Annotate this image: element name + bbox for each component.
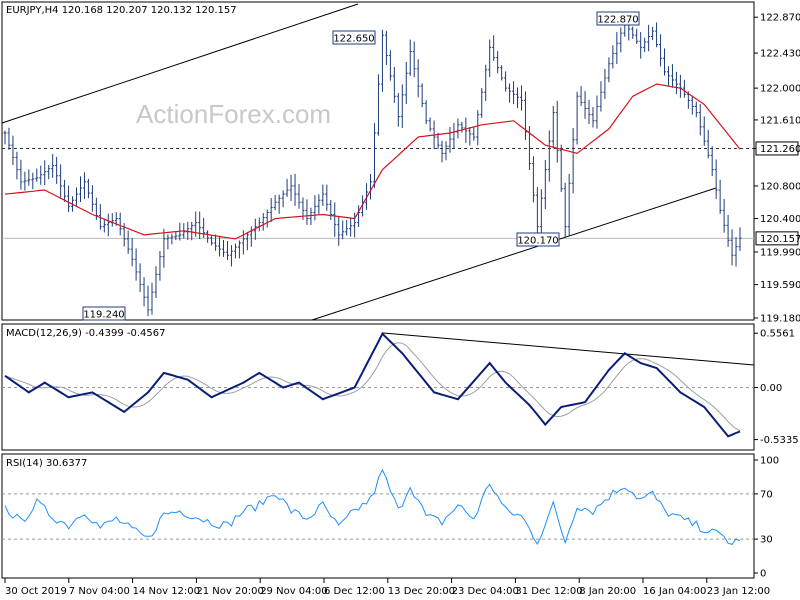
main-panel: ActionForex.com EURJPY,H4 120.168 120.20… [1, 1, 800, 325]
x-axis: 30 Oct 2019 7 Nov 04:00 14 Nov 12:0021 Nov… [4, 578, 770, 597]
rsi-y-axis: 100 70 30 0 [754, 456, 779, 580]
rsi-header: RSI(14) 30.6377 [6, 458, 87, 469]
x-tick-label: 6 Dec 12:00 [324, 586, 385, 597]
main-panel-frame [1, 1, 755, 321]
main-ytick-label: 119.590 [760, 280, 800, 291]
rsi-ytick-label: 70 [760, 489, 773, 500]
current-price-label: 120.157 [760, 234, 800, 245]
macd-ytick-label: 0.5561 [760, 329, 795, 340]
main-ytick-label: 122.430 [760, 49, 800, 60]
annotation-label-3: 119.240 [83, 310, 124, 321]
rsi-ytick-label: 100 [760, 456, 779, 467]
macd-panel: MACD(12,26,9) -0.4399 -0.4567 0.5561 0.00… [1, 323, 799, 451]
main-y-axis: 122.870 122.430 122.000 121.610 121.260 120.8… [754, 13, 800, 325]
x-tick-label: 13 Dec 20:00 [388, 586, 455, 597]
main-ytick-label: 119.990 [760, 247, 800, 258]
x-tick-label: 23 Jan 12:00 [707, 586, 770, 597]
main-ytick-label: 119.180 [760, 314, 800, 325]
x-tick-label: 29 Nov 04:00 [260, 586, 327, 597]
x-tick-label: 31 Dec 12:00 [515, 586, 582, 597]
annotation-label-0: 122.650 [333, 34, 374, 45]
rsi-ytick-label: 0 [760, 569, 766, 580]
macd-ytick-label: -0.5335 [760, 435, 799, 446]
watermark: ActionForex.com [136, 99, 331, 129]
main-ytick-label: 121.260 [760, 144, 800, 155]
main-ytick-label: 120.800 [760, 181, 800, 192]
main-header: EURJPY,H4 120.168 120.207 120.132 120.15… [6, 5, 237, 16]
annotation-label-2: 120.170 [517, 236, 558, 247]
macd-header: MACD(12,26,9) -0.4399 -0.4567 [6, 328, 166, 339]
rsi-panel-frame [1, 453, 755, 579]
x-tick-label: 30 Oct 2019 [5, 586, 67, 597]
main-ytick-label: 122.870 [760, 13, 800, 24]
macd-y-axis: 0.5561 0.00 -0.5335 [754, 329, 799, 446]
macd-ytick-label: 0.00 [760, 383, 782, 394]
main-ytick-label: 120.400 [760, 214, 800, 225]
rsi-panel: RSI(14) 30.6377 100 70 30 0 [1, 453, 779, 580]
x-tick-label: 7 Nov 04:00 [69, 586, 130, 597]
x-tick-label: 21 Nov 20:00 [196, 586, 263, 597]
x-tick-label: 16 Jan 04:00 [643, 586, 706, 597]
chart-canvas: ActionForex.com EURJPY,H4 120.168 120.20… [1, 1, 800, 597]
main-ytick-label: 121.610 [760, 115, 800, 126]
rsi-ytick-label: 30 [760, 535, 773, 546]
annotation-label-1: 122.870 [597, 15, 638, 26]
x-tick-label: 8 Jan 20:00 [579, 586, 636, 597]
x-tick-label: 14 Nov 12:00 [133, 586, 200, 597]
x-tick-label: 23 Dec 04:00 [452, 586, 519, 597]
main-ytick-label: 122.000 [760, 84, 800, 95]
